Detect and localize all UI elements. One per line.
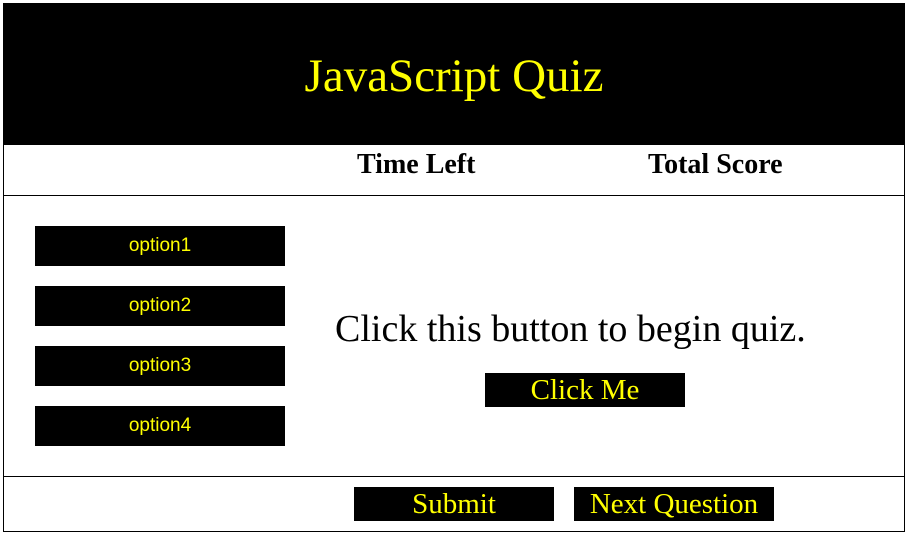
option-1-button[interactable]: option1 xyxy=(35,226,285,266)
option-2-button[interactable]: option2 xyxy=(35,286,285,326)
quiz-footer: Submit Next Question xyxy=(4,477,904,531)
submit-button[interactable]: Submit xyxy=(354,487,554,521)
option-4-button[interactable]: option4 xyxy=(35,406,285,446)
quiz-main: option1 option2 option3 option4 Click th… xyxy=(4,196,904,477)
start-quiz-button[interactable]: Click Me xyxy=(485,373,685,407)
quiz-header: JavaScript Quiz xyxy=(4,4,904,145)
next-question-button[interactable]: Next Question xyxy=(574,487,774,521)
total-score-label: Total Score xyxy=(648,149,783,180)
page-title: JavaScript Quiz xyxy=(304,50,604,102)
status-bar: Time Left Total Score xyxy=(4,145,904,196)
quiz-container: JavaScript Quiz Time Left Total Score op… xyxy=(3,3,905,532)
time-left-label: Time Left xyxy=(357,149,476,180)
question-prompt: Click this button to begin quiz. xyxy=(335,308,806,350)
option-3-button[interactable]: option3 xyxy=(35,346,285,386)
